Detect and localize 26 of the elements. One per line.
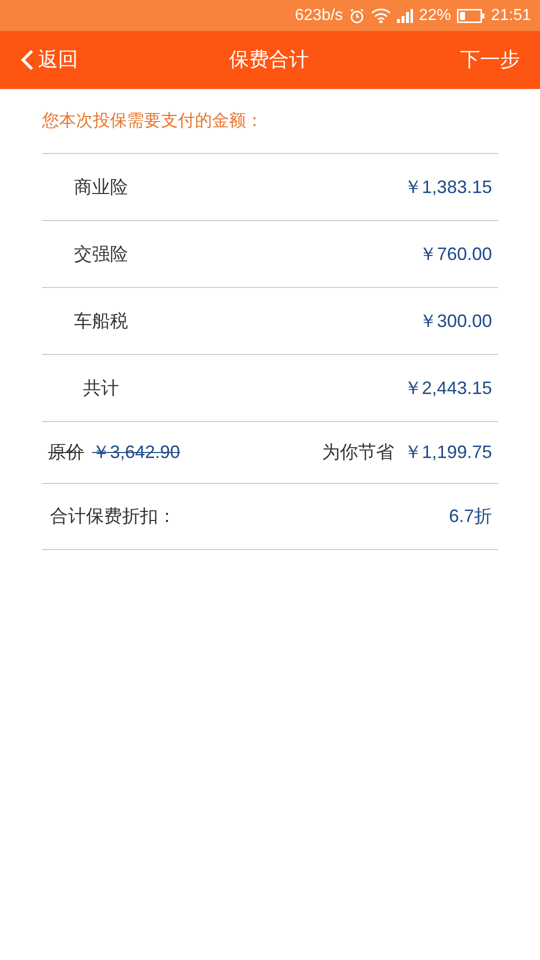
item-label: 共计 [82, 376, 119, 400]
item-amount: ￥300.00 [418, 310, 493, 332]
back-button[interactable]: 返回 [20, 45, 78, 75]
item-label: 交强险 [73, 242, 128, 266]
item-amount: ￥760.00 [418, 242, 493, 266]
savings-amount: ￥1,199.75 [404, 441, 492, 464]
next-button[interactable]: 下一步 [460, 45, 520, 75]
item-amount: ￥1,383.15 [404, 176, 493, 198]
signal-icon [396, 8, 413, 22]
network-speed: 623b/s [294, 6, 343, 26]
amount-prompt: 您本次投保需要支付的金额： [42, 110, 263, 132]
back-icon [20, 49, 34, 71]
savings-label: 为你节省 [322, 441, 394, 464]
wifi-icon [370, 8, 391, 23]
item-label: 商业险 [73, 176, 128, 198]
battery-icon [456, 8, 485, 22]
original-price-label: 原价 [48, 441, 84, 464]
item-amount: ￥2,443.15 [404, 376, 493, 400]
page-title: 保费合计 [229, 48, 309, 73]
item-label: 车船税 [73, 310, 128, 332]
battery-level: 22% [418, 6, 451, 26]
discount-label: 合计保费折扣： [49, 505, 176, 528]
alarm-icon [348, 8, 365, 24]
clock: 21:51 [490, 6, 531, 26]
original-price: ￥3,642.90 [92, 441, 180, 464]
discount-value: 6.7折 [448, 505, 493, 528]
